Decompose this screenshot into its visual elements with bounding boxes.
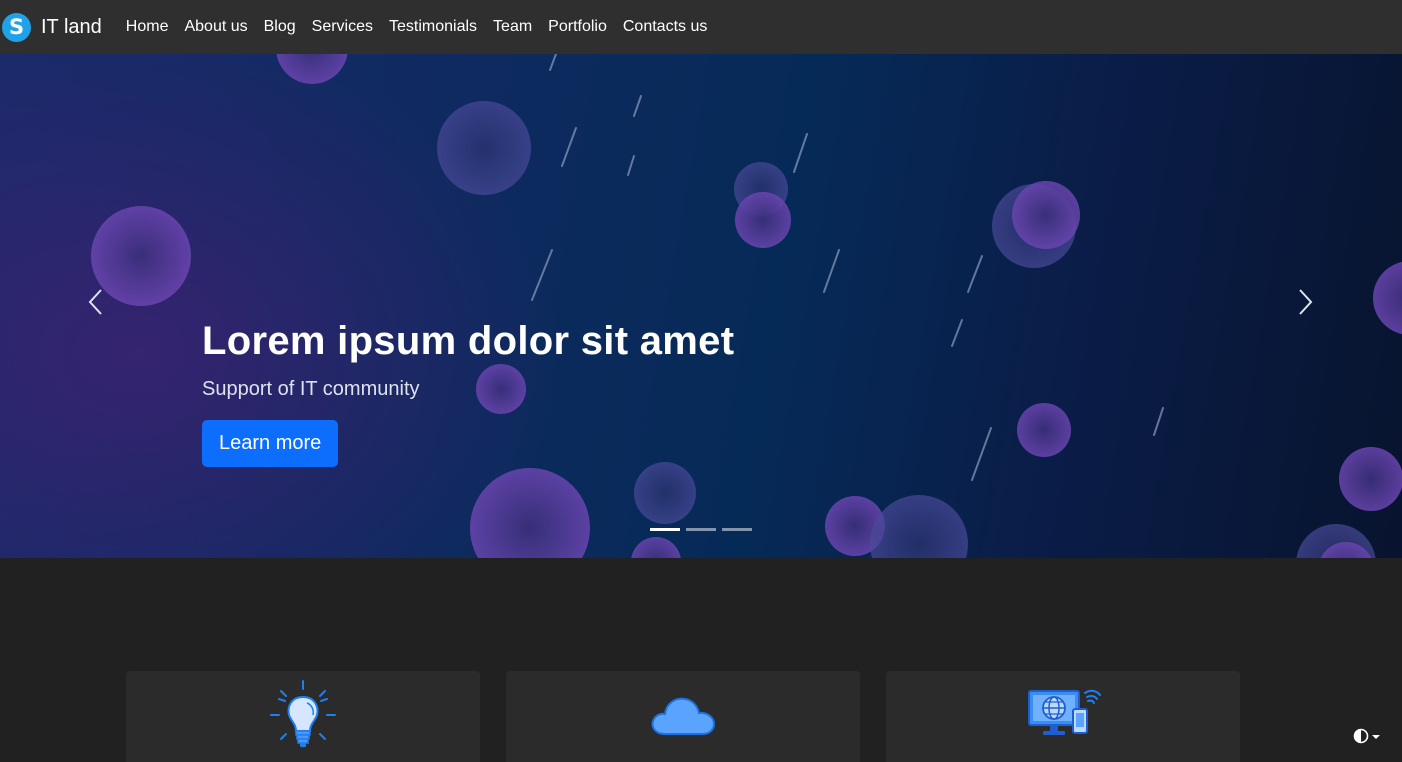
nav-link-contacts-us[interactable]: Contacts us <box>623 18 707 36</box>
nav-link-about-us[interactable]: About us <box>184 18 247 36</box>
lightbulb-icon <box>267 679 339 762</box>
learn-more-button[interactable]: Learn more <box>202 420 339 467</box>
cloud-icon <box>647 679 719 762</box>
carousel-next-button[interactable] <box>1290 287 1320 317</box>
nav-link-home[interactable]: Home <box>126 18 169 36</box>
contrast-icon <box>1353 728 1380 744</box>
hero-carousel: Lorem ipsum dolor sit amet Support of IT… <box>0 54 1402 558</box>
computer-network-icon <box>1025 679 1101 762</box>
hero-subtitle: Support of IT community <box>202 378 420 400</box>
nav-menu: Home About us Blog Services Testimonials… <box>126 18 724 36</box>
carousel-indicators <box>650 528 758 531</box>
brand-name: IT land <box>41 15 102 38</box>
brand-link[interactable]: S IT land <box>2 12 102 42</box>
carousel-prev-button[interactable] <box>81 287 111 317</box>
nav-link-testimonials[interactable]: Testimonials <box>389 18 477 36</box>
chevron-right-icon <box>1299 289 1313 315</box>
feature-card-network <box>886 671 1240 762</box>
carousel-caption: Lorem ipsum dolor sit amet Support of IT… <box>202 319 734 467</box>
nav-link-team[interactable]: Team <box>493 18 532 36</box>
hero-background-art <box>91 54 1402 558</box>
theme-toggle-button[interactable] <box>1342 718 1394 754</box>
nav-link-blog[interactable]: Blog <box>264 18 296 36</box>
brand-logo: S <box>2 12 31 42</box>
navbar: S IT land Home About us Blog Services Te… <box>0 0 1402 54</box>
carousel-indicator-3[interactable] <box>722 528 752 531</box>
feature-card-cloud <box>506 671 860 762</box>
carousel-indicator-2[interactable] <box>686 528 716 531</box>
carousel-indicator-1[interactable] <box>650 528 680 531</box>
nav-link-portfolio[interactable]: Portfolio <box>548 18 607 36</box>
nav-link-services[interactable]: Services <box>312 18 373 36</box>
brand-logo-letter: S <box>8 15 25 39</box>
chevron-left-icon <box>88 289 102 315</box>
features-section <box>126 671 1266 762</box>
hero-title: Lorem ipsum dolor sit amet <box>202 319 735 363</box>
feature-card-idea <box>126 671 480 762</box>
